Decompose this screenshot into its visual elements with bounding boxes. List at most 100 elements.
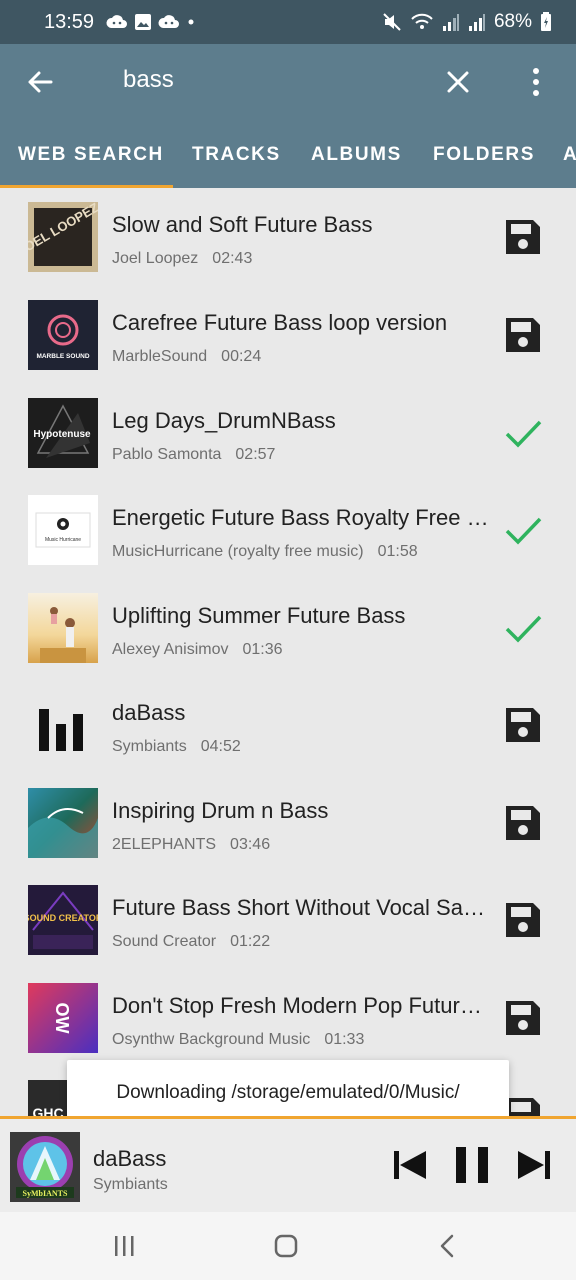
status-bar: 13:59 68% <box>0 0 576 44</box>
track-row[interactable]: Uplifting Summer Future Bass Alexey Anis… <box>0 579 576 677</box>
track-row[interactable]: JOEL LOOPEZ Slow and Soft Future Bass Jo… <box>0 188 576 286</box>
track-title: Uplifting Summer Future Bass <box>112 603 406 628</box>
check-icon <box>505 517 542 545</box>
track-meta: Pablo Samonta 02:57 <box>112 446 275 464</box>
track-thumbnail: MARBLE SOUND <box>28 300 98 370</box>
track-artist: Osynthw Background Music <box>112 1031 311 1048</box>
track-row[interactable]: MARBLE SOUND Carefree Future Bass loop v… <box>0 286 576 384</box>
dot-icon <box>188 19 194 25</box>
previous-button[interactable] <box>390 1145 430 1185</box>
image-icon <box>135 14 152 30</box>
track-meta: Joel Loopez 02:43 <box>112 250 252 268</box>
player-artist: Symbiants <box>93 1176 168 1193</box>
player-title: daBass <box>93 1146 167 1171</box>
track-meta: Sound Creator 01:22 <box>112 933 270 951</box>
mini-player[interactable]: SyMbIANTS daBass Symbiants <box>0 1119 576 1212</box>
tab-web-search[interactable]: WEB SEARCH <box>18 144 164 166</box>
track-title: Inspiring Drum n Bass <box>112 798 329 823</box>
track-artist: Joel Loopez <box>112 250 199 267</box>
track-row[interactable]: OW Don't Stop Fresh Modern Pop Future Ba… <box>0 969 576 1067</box>
track-thumbnail: SOUND CREATOR <box>28 885 98 955</box>
thumb-text: Hypotenuse <box>33 429 91 440</box>
save-button[interactable] <box>502 997 544 1039</box>
bars-icon <box>28 690 98 760</box>
downloaded-indicator <box>502 509 544 551</box>
status-right: 68% <box>382 11 552 33</box>
track-thumbnail: Music Hurricane <box>28 495 98 565</box>
save-icon <box>506 806 540 840</box>
track-meta: Symbiants 04:52 <box>112 738 241 756</box>
track-row[interactable]: Hypotenuse Leg Days_DrumNBass Pablo Samo… <box>0 384 576 482</box>
track-thumbnail <box>28 788 98 858</box>
nav-back-button[interactable] <box>428 1232 468 1260</box>
tab-artists[interactable]: A <box>563 144 576 166</box>
status-time: 13:59 <box>44 10 95 33</box>
track-artist: Sound Creator <box>112 933 217 950</box>
save-button[interactable] <box>502 314 544 356</box>
battery-icon <box>541 12 551 31</box>
track-thumbnail <box>28 690 98 760</box>
track-thumbnail: Hypotenuse <box>28 398 98 468</box>
thumb-text: GHC <box>32 1105 63 1116</box>
thumb-text: MARBLE SOUND <box>36 353 89 360</box>
track-duration: 01:33 <box>324 1031 365 1048</box>
tab-tracks[interactable]: TRACKS <box>192 144 281 166</box>
track-title: Future Bass Short Without Vocal Sample <box>112 895 492 920</box>
skip-previous-icon <box>394 1151 426 1179</box>
track-row[interactable]: SOUND CREATOR Future Bass Short Without … <box>0 871 576 969</box>
track-duration: 01:58 <box>377 543 418 560</box>
track-artist: 2ELEPHANTS <box>112 836 217 853</box>
more-options-button[interactable] <box>520 62 552 102</box>
home-icon <box>274 1234 298 1258</box>
track-duration: 02:43 <box>212 250 253 267</box>
track-title: Leg Days_DrumNBass <box>112 408 336 433</box>
pause-button[interactable] <box>452 1143 492 1187</box>
tab-albums[interactable]: ALBUMS <box>311 144 402 166</box>
track-row[interactable]: Inspiring Drum n Bass 2ELEPHANTS 03:46 <box>0 774 576 872</box>
signal-icon <box>442 14 459 31</box>
wifi-icon <box>411 13 433 29</box>
mute-icon <box>383 13 401 31</box>
track-row[interactable]: daBass Symbiants 04:52 <box>0 676 576 774</box>
track-thumbnail: JOEL LOOPEZ <box>28 202 98 272</box>
track-duration: 02:57 <box>235 446 276 463</box>
save-icon <box>506 318 540 352</box>
cloud-icon <box>106 15 128 28</box>
save-button[interactable] <box>502 704 544 746</box>
signal-icon <box>468 14 485 31</box>
art-text: SyMbIANTS <box>23 1189 68 1198</box>
close-icon <box>447 71 469 93</box>
more-vert-icon <box>533 68 539 74</box>
track-title: daBass <box>112 700 186 725</box>
track-title: Energetic Future Bass Royalty Free Music <box>112 505 492 530</box>
save-icon <box>506 708 540 742</box>
next-button[interactable] <box>514 1145 554 1185</box>
app-bar: bass <box>0 44 576 120</box>
save-button[interactable] <box>502 216 544 258</box>
back-button[interactable] <box>22 62 58 102</box>
recents-button[interactable] <box>104 1232 144 1260</box>
track-meta: Alexey Anisimov 01:36 <box>112 641 283 659</box>
track-title: Slow and Soft Future Bass <box>112 212 373 237</box>
thumb-text: OW <box>52 1003 72 1034</box>
nav-back-icon <box>440 1234 454 1258</box>
thumb-text: SOUND CREATOR <box>28 913 98 923</box>
track-thumbnail <box>28 593 98 663</box>
home-button[interactable] <box>266 1232 306 1260</box>
track-artist: MusicHurricane (royalty free music) <box>112 543 364 560</box>
arrow-left-icon <box>28 71 53 93</box>
track-meta: 2ELEPHANTS 03:46 <box>112 836 270 854</box>
save-button[interactable] <box>502 899 544 941</box>
track-title: Don't Stop Fresh Modern Pop Future Bass <box>112 993 492 1018</box>
recents-icon <box>115 1236 134 1256</box>
tab-folders[interactable]: FOLDERS <box>433 144 535 166</box>
track-artist: Alexey Anisimov <box>112 641 229 658</box>
player-artwork: SyMbIANTS <box>10 1132 80 1202</box>
save-button[interactable] <box>502 802 544 844</box>
track-row[interactable]: Music Hurricane Energetic Future Bass Ro… <box>0 481 576 579</box>
track-artist: Symbiants <box>112 738 187 755</box>
track-duration: 03:46 <box>230 836 271 853</box>
track-meta: Osynthw Background Music 01:33 <box>112 1031 364 1049</box>
clear-search-button[interactable] <box>442 62 474 102</box>
search-query[interactable]: bass <box>123 66 174 94</box>
